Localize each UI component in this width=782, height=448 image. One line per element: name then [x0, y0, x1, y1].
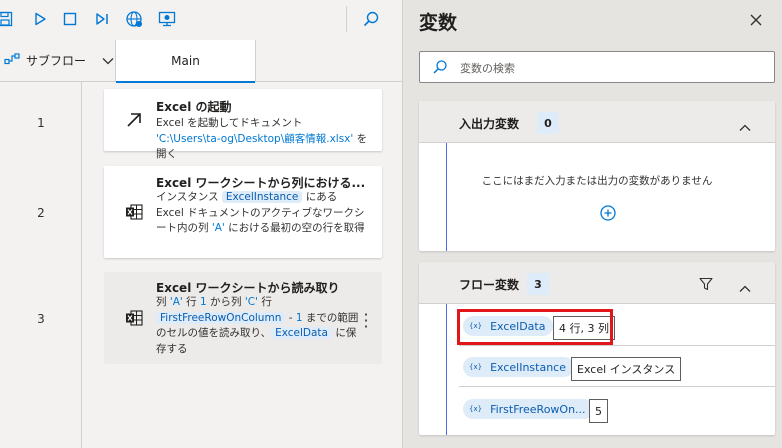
flow-section-header[interactable]: フロー変数 3: [419, 262, 775, 304]
flow-designer-pane: サブフロー Main 1 2 3 Excel の起動 Excel を起動してドキ…: [0, 0, 402, 448]
action-title: Excel の起動: [156, 100, 232, 114]
search-placeholder: 変数の検索: [460, 62, 515, 75]
designer-toolbar: [0, 0, 402, 40]
flow-tabs: サブフロー Main: [0, 40, 402, 83]
action-description: Excel を起動してドキュメント 'C:\Users\ta-og\Deskto…: [156, 117, 368, 160]
action-description: 列 'A' 行 1 から列 'C' 行FirstFreeRowOnColumn …: [156, 296, 359, 355]
tab-main[interactable]: Main: [115, 40, 256, 83]
chevron-down-icon: [102, 54, 114, 68]
action-title: Excel ワークシートから読み取り: [156, 281, 340, 295]
highlight-box: [457, 309, 613, 345]
io-variables-section: 入出力変数 0 ここにはまだ入力または出力の変数がありません: [419, 101, 775, 251]
subflow-icon: [4, 53, 20, 68]
line-number: 1: [37, 116, 45, 130]
tab-main-label: Main: [171, 54, 200, 68]
excel-sheet-icon: [124, 308, 144, 328]
search-icon: [432, 59, 448, 79]
variable-row[interactable]: {x} FirstFreeRowOn... 5: [459, 389, 775, 429]
launch-arrow-icon: [124, 110, 144, 130]
variable-icon: {x}: [469, 363, 483, 371]
variable-chip[interactable]: {x} ExcelInstance: [463, 357, 574, 377]
variable-token: ExcelData: [271, 327, 332, 339]
variable-name: FirstFreeRowOn...: [490, 402, 586, 416]
close-icon[interactable]: [747, 11, 765, 29]
stop-icon[interactable]: [59, 8, 81, 30]
variable-value: Excel インスタンス: [571, 357, 682, 381]
variable-name: ExcelInstance: [490, 360, 566, 374]
pane-title: 変数: [419, 12, 458, 34]
count-badge: 0: [537, 112, 559, 134]
variable-search-input[interactable]: 変数の検索: [419, 51, 775, 83]
line-number-gutter: 1 2 3: [0, 82, 82, 448]
subflow-label: サブフロー: [26, 54, 87, 68]
action-title: Excel ワークシートから列における...: [156, 176, 366, 190]
action-read-from-excel[interactable]: Excel ワークシートから読み取り 列 'A' 行 1 から列 'C' 行Fi…: [104, 272, 382, 364]
save-icon[interactable]: [0, 8, 16, 30]
variable-chip[interactable]: {x} FirstFreeRowOn...: [463, 399, 594, 419]
line-number: 2: [37, 206, 45, 220]
chevron-up-icon[interactable]: [739, 117, 751, 136]
add-variable-icon[interactable]: [600, 205, 616, 221]
search-icon[interactable]: [360, 8, 382, 30]
more-options-icon[interactable]: · · ·: [360, 307, 372, 335]
variable-icon: {x}: [469, 405, 483, 413]
count-badge: 3: [527, 273, 549, 295]
section-title: 入出力変数: [459, 117, 520, 131]
empty-state-text: ここにはまだ入力または出力の変数がありません: [481, 175, 713, 187]
section-title: フロー変数: [459, 278, 520, 292]
variable-token: FirstFreeRowOnColumn: [156, 311, 286, 324]
desktop-recorder-icon[interactable]: [156, 8, 178, 30]
line-number: 3: [37, 312, 45, 326]
action-launch-excel[interactable]: Excel の起動 Excel を起動してドキュメント 'C:\Users\ta…: [104, 89, 382, 160]
io-section-header[interactable]: 入出力変数 0: [419, 101, 775, 143]
flow-variables-section: フロー変数 3 {x} ExcelData 4 行, 3 列 {x} Excel…: [419, 262, 775, 435]
run-next-action-icon[interactable]: [91, 8, 113, 30]
variable-row[interactable]: {x} ExcelInstance Excel インスタンス: [459, 347, 775, 387]
action-get-first-free-row[interactable]: Excel ワークシートから列における... インスタンス ExcelInsta…: [104, 166, 382, 258]
variables-pane: 変数 変数の検索 入出力変数 0 ここにはまだ入力または出力の変数がありません …: [402, 0, 782, 448]
variable-token: ExcelInstance: [221, 191, 303, 203]
chevron-up-icon[interactable]: [739, 278, 751, 297]
variable-value: 5: [589, 399, 608, 423]
subflow-dropdown[interactable]: サブフロー: [4, 52, 114, 69]
toolbar-divider: [346, 6, 347, 32]
run-icon[interactable]: [29, 8, 51, 30]
variable-row[interactable]: {x} ExcelData 4 行, 3 列: [457, 306, 775, 346]
web-recorder-icon[interactable]: [123, 8, 145, 30]
filter-icon[interactable]: [699, 276, 713, 295]
action-description: インスタンス ExcelInstance にある Excel ドキュメントのアク…: [156, 191, 365, 234]
excel-sheet-icon: [124, 202, 144, 222]
